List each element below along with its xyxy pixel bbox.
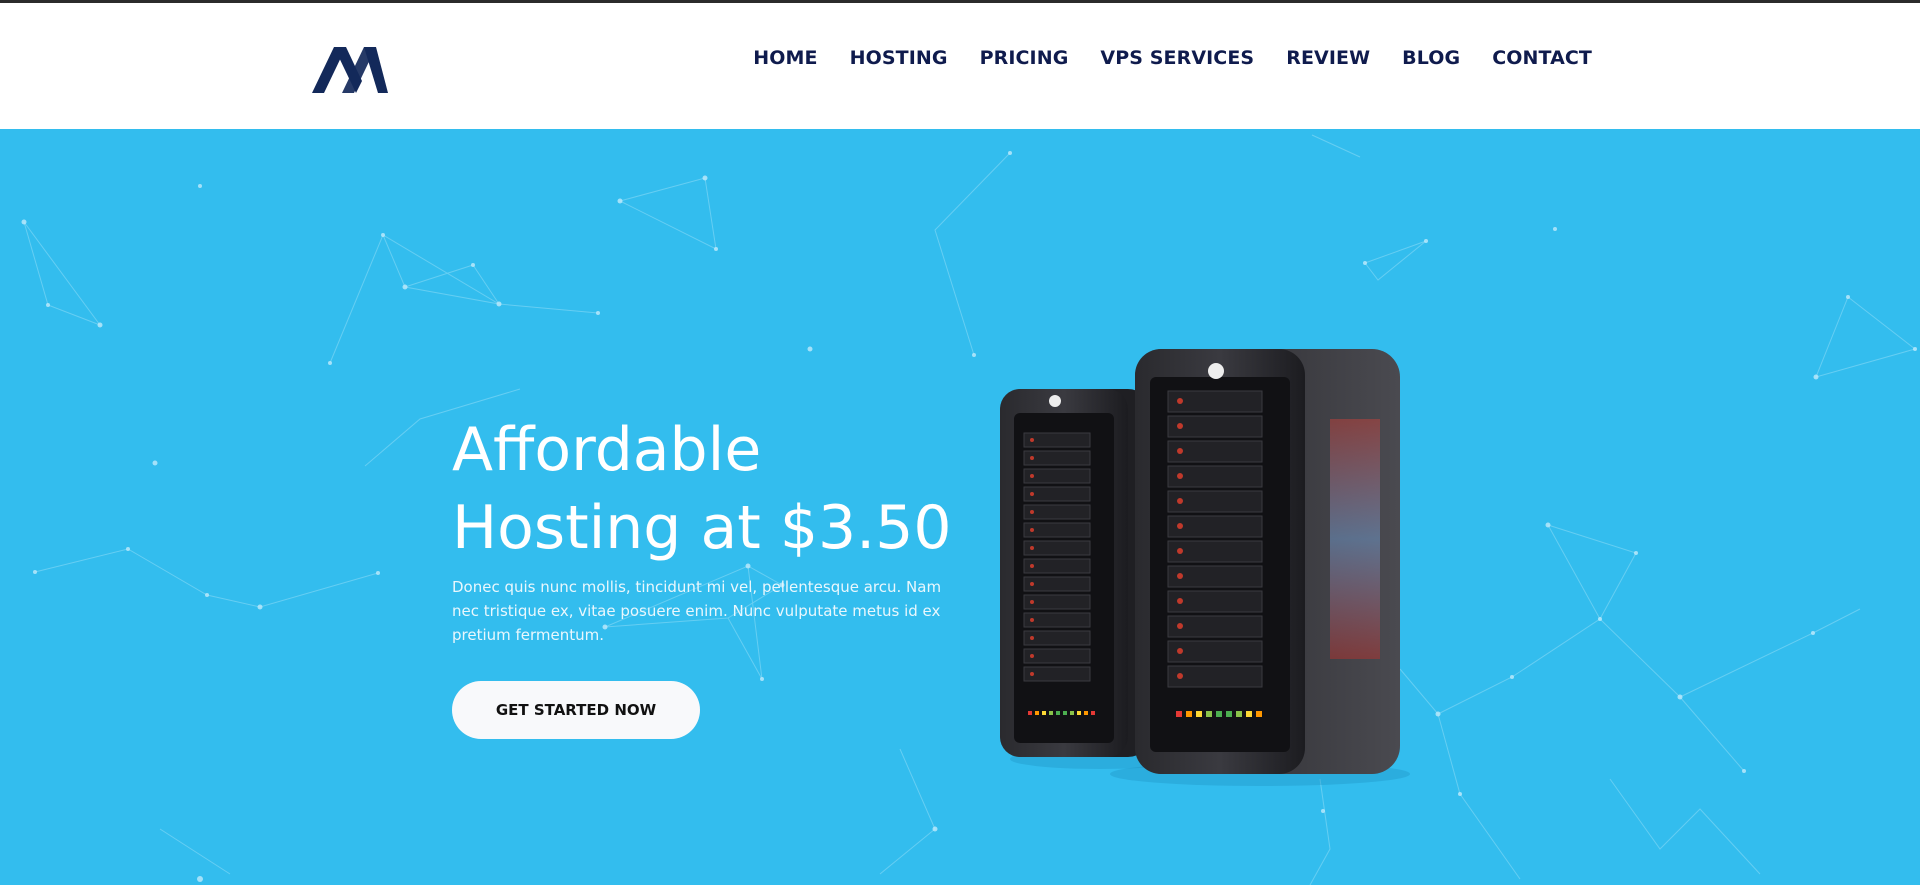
nav-home[interactable]: HOME <box>753 47 817 69</box>
hero-title: Affordable Hosting at $3.50 <box>452 411 972 567</box>
nav-vps-services[interactable]: VPS SERVICES <box>1100 47 1254 69</box>
hero-title-line-1: Affordable <box>452 415 762 485</box>
hero-description: Donec quis nunc mollis, tincidunt mi vel… <box>452 578 942 644</box>
brand-logo-m-icon <box>312 47 388 93</box>
nav-contact[interactable]: CONTACT <box>1492 47 1592 69</box>
main-nav: HOME HOSTING PRICING VPS SERVICES REVIEW… <box>721 47 1592 69</box>
nav-hosting[interactable]: HOSTING <box>850 47 948 69</box>
nav-review[interactable]: REVIEW <box>1286 47 1370 69</box>
get-started-button[interactable]: GET STARTED NOW <box>452 681 700 739</box>
server-towers-illustration <box>1000 349 1410 786</box>
nav-blog[interactable]: BLOG <box>1402 47 1460 69</box>
nav-pricing[interactable]: PRICING <box>980 47 1069 69</box>
hero-title-line-2: Hosting at $3.50 <box>452 493 952 563</box>
site-header: HOME HOSTING PRICING VPS SERVICES REVIEW… <box>0 3 1920 129</box>
hero-section: Affordable Hosting at $3.50 Donec quis n… <box>0 129 1920 885</box>
brand-logo[interactable] <box>312 43 388 95</box>
